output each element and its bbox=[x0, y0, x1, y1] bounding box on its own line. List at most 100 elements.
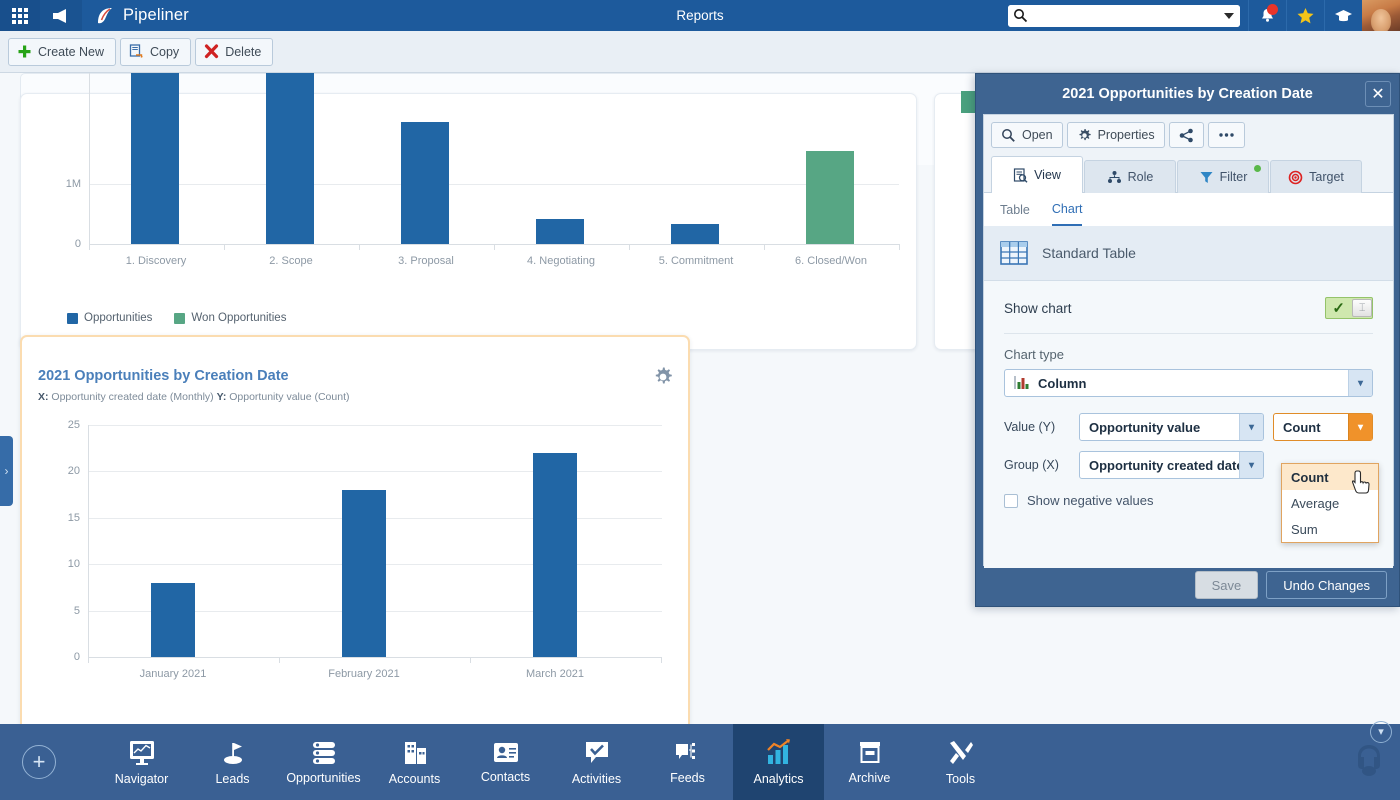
legend-label: Opportunities bbox=[84, 312, 152, 324]
pipeline-xlabel: 2. Scope bbox=[269, 255, 312, 267]
support-headset-icon[interactable] bbox=[1352, 741, 1386, 784]
global-search[interactable] bbox=[1008, 5, 1240, 27]
archive-box-icon bbox=[856, 740, 884, 766]
pipeline-ytick-0: 0 bbox=[75, 238, 81, 250]
favorites-star-icon[interactable] bbox=[1286, 0, 1324, 31]
nav-item-navigator[interactable]: Navigator bbox=[96, 724, 187, 800]
tab-role[interactable]: Role bbox=[1084, 160, 1176, 193]
delete-button[interactable]: Delete bbox=[195, 38, 273, 66]
chevron-down-icon[interactable]: ▾ bbox=[1348, 370, 1372, 396]
nav-item-activities[interactable]: Activities bbox=[551, 724, 642, 800]
nav-item-analytics[interactable]: Analytics bbox=[733, 724, 824, 800]
widget-opportunities-by-creation-date[interactable]: 2021 Opportunities by Creation Date X: O… bbox=[20, 335, 690, 724]
xlabel-march: March 2021 bbox=[526, 668, 584, 680]
panel-title: 2021 Opportunities by Creation Date bbox=[1062, 86, 1313, 102]
search-input[interactable] bbox=[1008, 5, 1240, 27]
open-button[interactable]: Open bbox=[991, 122, 1063, 148]
chevron-down-icon[interactable]: ▾ bbox=[1239, 452, 1263, 478]
tab-target[interactable]: Target bbox=[1270, 160, 1362, 193]
value-y-field-select[interactable]: Opportunity value ▾ bbox=[1079, 413, 1264, 441]
top-bar-right bbox=[1008, 0, 1400, 31]
xlabel-january: January 2021 bbox=[140, 668, 207, 680]
show-negative-label: Show negative values bbox=[1027, 493, 1153, 508]
add-plus-icon[interactable]: + bbox=[22, 745, 56, 779]
pipeline-xlabel: 3. Proposal bbox=[398, 255, 454, 267]
aggregate-dropdown-menu[interactable]: Count Average Sum bbox=[1281, 463, 1379, 543]
pipeline-xlabel: 5. Commitment bbox=[659, 255, 734, 267]
save-button[interactable]: Save bbox=[1195, 571, 1259, 599]
dropdown-option-count[interactable]: Count bbox=[1282, 464, 1378, 490]
notifications-bell-icon[interactable] bbox=[1248, 0, 1286, 31]
create-new-label: Create New bbox=[38, 45, 104, 59]
nav-label: Navigator bbox=[115, 772, 169, 786]
nav-item-feeds[interactable]: Feeds bbox=[642, 724, 733, 800]
user-avatar[interactable] bbox=[1362, 0, 1400, 31]
accounts-buildings-icon bbox=[401, 739, 429, 767]
value-y-aggregate-value: Count bbox=[1283, 420, 1321, 435]
standard-table-row[interactable]: Standard Table bbox=[984, 226, 1393, 281]
megaphone-icon[interactable] bbox=[40, 0, 82, 31]
chevron-down-icon[interactable]: ▾ bbox=[1239, 414, 1263, 440]
tab-filter[interactable]: Filter bbox=[1177, 160, 1269, 193]
nav-label: Archive bbox=[849, 771, 891, 785]
toggle-knob bbox=[1352, 299, 1372, 317]
chevron-down-icon[interactable]: ▾ bbox=[1370, 721, 1392, 743]
bar-commitment bbox=[671, 224, 719, 244]
bar-proposal bbox=[401, 122, 449, 244]
sidebar-expand-handle[interactable]: › bbox=[0, 436, 13, 506]
filter-funnel-icon bbox=[1199, 170, 1214, 185]
dropdown-option-sum[interactable]: Sum bbox=[1282, 516, 1378, 542]
app-grid-icon[interactable] bbox=[0, 0, 40, 31]
nav-label: Opportunities bbox=[286, 771, 360, 785]
nav-label: Contacts bbox=[481, 770, 530, 784]
pipeline-legend: Opportunities Won Opportunities bbox=[67, 312, 286, 324]
properties-button[interactable]: Properties bbox=[1067, 122, 1165, 148]
close-icon[interactable]: ✕ bbox=[1365, 81, 1391, 107]
leads-flag-icon bbox=[219, 739, 247, 767]
show-chart-toggle[interactable]: ✓ bbox=[1325, 297, 1373, 319]
show-negative-checkbox[interactable] bbox=[1004, 494, 1018, 508]
subtab-table[interactable]: Table bbox=[1000, 193, 1030, 226]
search-icon bbox=[1013, 8, 1028, 28]
chevron-down-icon[interactable]: ▾ bbox=[1348, 414, 1372, 440]
xlabel-february: February 2021 bbox=[328, 668, 400, 680]
widget-title: 2021 Opportunities by Creation Date bbox=[38, 368, 289, 384]
nav-item-opportunities[interactable]: Opportunities bbox=[278, 724, 369, 800]
copy-label: Copy bbox=[150, 45, 179, 59]
chart-type-value: Column bbox=[1038, 376, 1086, 391]
app-root: Pipeliner Reports bbox=[0, 0, 1400, 800]
tab-filter-label: Filter bbox=[1220, 170, 1248, 184]
dropdown-option-average[interactable]: Average bbox=[1282, 490, 1378, 516]
plus-icon bbox=[17, 44, 32, 59]
show-chart-row: Show chart ✓ bbox=[1004, 297, 1373, 319]
nav-item-leads[interactable]: Leads bbox=[187, 724, 278, 800]
search-dropdown-caret[interactable] bbox=[1224, 13, 1234, 19]
share-button[interactable] bbox=[1169, 122, 1204, 148]
panel-tabs: View Role Filter Target bbox=[984, 155, 1393, 193]
tab-view[interactable]: View bbox=[991, 156, 1083, 193]
nav-item-accounts[interactable]: Accounts bbox=[369, 724, 460, 800]
show-chart-label: Show chart bbox=[1004, 301, 1072, 316]
settings-gear-icon[interactable] bbox=[652, 366, 674, 393]
ytick-15: 15 bbox=[68, 512, 80, 524]
learning-graduation-cap-icon[interactable] bbox=[1324, 0, 1362, 31]
role-org-icon bbox=[1107, 170, 1122, 185]
chart-type-select[interactable]: Column ▾ bbox=[1004, 369, 1373, 397]
legend-swatch bbox=[67, 313, 78, 324]
group-x-field-select[interactable]: Opportunity created date ▾ bbox=[1079, 451, 1264, 479]
nav-item-tools[interactable]: Tools bbox=[915, 724, 1006, 800]
value-y-aggregate-select[interactable]: Count ▾ bbox=[1273, 413, 1373, 441]
subtab-chart[interactable]: Chart bbox=[1052, 193, 1083, 226]
more-ellipsis-icon[interactable] bbox=[1208, 122, 1245, 148]
copy-button[interactable]: Copy bbox=[120, 38, 191, 66]
undo-changes-button[interactable]: Undo Changes bbox=[1266, 571, 1387, 599]
ytick-5: 5 bbox=[74, 605, 80, 617]
create-new-button[interactable]: Create New bbox=[8, 38, 116, 66]
target-bullseye-icon bbox=[1288, 170, 1303, 185]
nav-item-archive[interactable]: Archive bbox=[824, 724, 915, 800]
nav-item-contacts[interactable]: Contacts bbox=[460, 724, 551, 800]
value-y-row: Value (Y) Opportunity value ▾ Count ▾ bbox=[1004, 413, 1373, 441]
divider bbox=[1004, 333, 1373, 334]
brand-logo[interactable]: Pipeliner bbox=[82, 5, 189, 27]
axis-y-value: Opportunity value (Count) bbox=[229, 391, 349, 403]
